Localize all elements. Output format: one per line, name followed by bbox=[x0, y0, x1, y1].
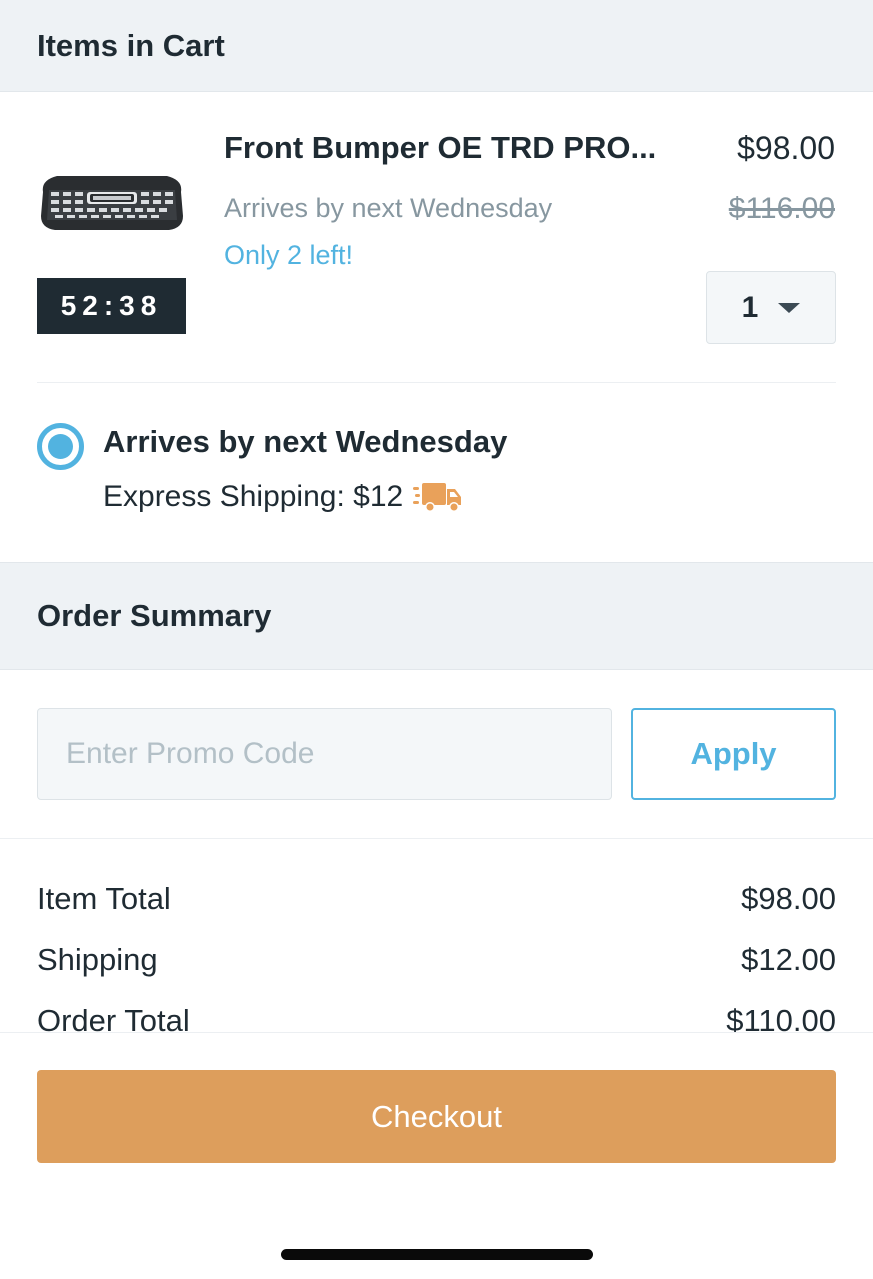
order-total-row: Order Total $110.00 bbox=[37, 990, 836, 1034]
order-total-label: Order Total bbox=[37, 1002, 190, 1034]
promo-code-input[interactable] bbox=[37, 708, 612, 800]
shipping-radio[interactable] bbox=[37, 423, 84, 470]
order-totals: Item Total $98.00 Shipping $12.00 Order … bbox=[37, 868, 836, 1034]
truck-icon bbox=[413, 483, 462, 512]
apply-button[interactable]: Apply bbox=[631, 708, 836, 800]
promo-row: Apply bbox=[0, 669, 873, 839]
summary-header: Order Summary bbox=[0, 562, 873, 670]
shipping-detail: Express Shipping: $12 bbox=[103, 480, 463, 514]
cart-item: 52:38 Front Bumper OE TRD PRO... Arrives… bbox=[0, 0, 873, 344]
shipping-row: Shipping $12.00 bbox=[37, 929, 836, 990]
shipping-title: Arrives by next Wednesday bbox=[103, 424, 508, 459]
item-name[interactable]: Front Bumper OE TRD PRO... bbox=[224, 130, 694, 166]
home-indicator[interactable] bbox=[281, 1249, 593, 1260]
checkout-button[interactable]: Checkout bbox=[37, 1070, 836, 1163]
summary-header-title: Order Summary bbox=[37, 598, 272, 633]
shipping-value: $12.00 bbox=[741, 941, 836, 977]
shipping-detail-text: Express Shipping: $12 bbox=[103, 480, 404, 513]
item-price: $98.00 bbox=[737, 130, 835, 166]
order-total-value: $110.00 bbox=[726, 1002, 836, 1034]
item-total-value: $98.00 bbox=[741, 880, 836, 916]
checkout-bar: Checkout bbox=[0, 1032, 873, 1279]
product-image[interactable] bbox=[37, 170, 187, 236]
shipping-label: Shipping bbox=[37, 941, 158, 977]
chevron-down-icon bbox=[778, 302, 801, 313]
item-total-row: Item Total $98.00 bbox=[37, 868, 836, 929]
quantity-value: 1 bbox=[741, 290, 759, 324]
radio-selected-dot bbox=[48, 434, 73, 459]
item-arrival: Arrives by next Wednesday bbox=[224, 193, 553, 223]
item-original-price: $116.00 bbox=[728, 192, 835, 225]
countdown-timer: 52:38 bbox=[37, 278, 186, 334]
quantity-select[interactable]: 1 bbox=[706, 271, 836, 344]
shipping-option[interactable]: Arrives by next Wednesday Express Shippi… bbox=[0, 383, 873, 562]
item-total-label: Item Total bbox=[37, 880, 171, 916]
stock-notice: Only 2 left! bbox=[224, 240, 354, 270]
